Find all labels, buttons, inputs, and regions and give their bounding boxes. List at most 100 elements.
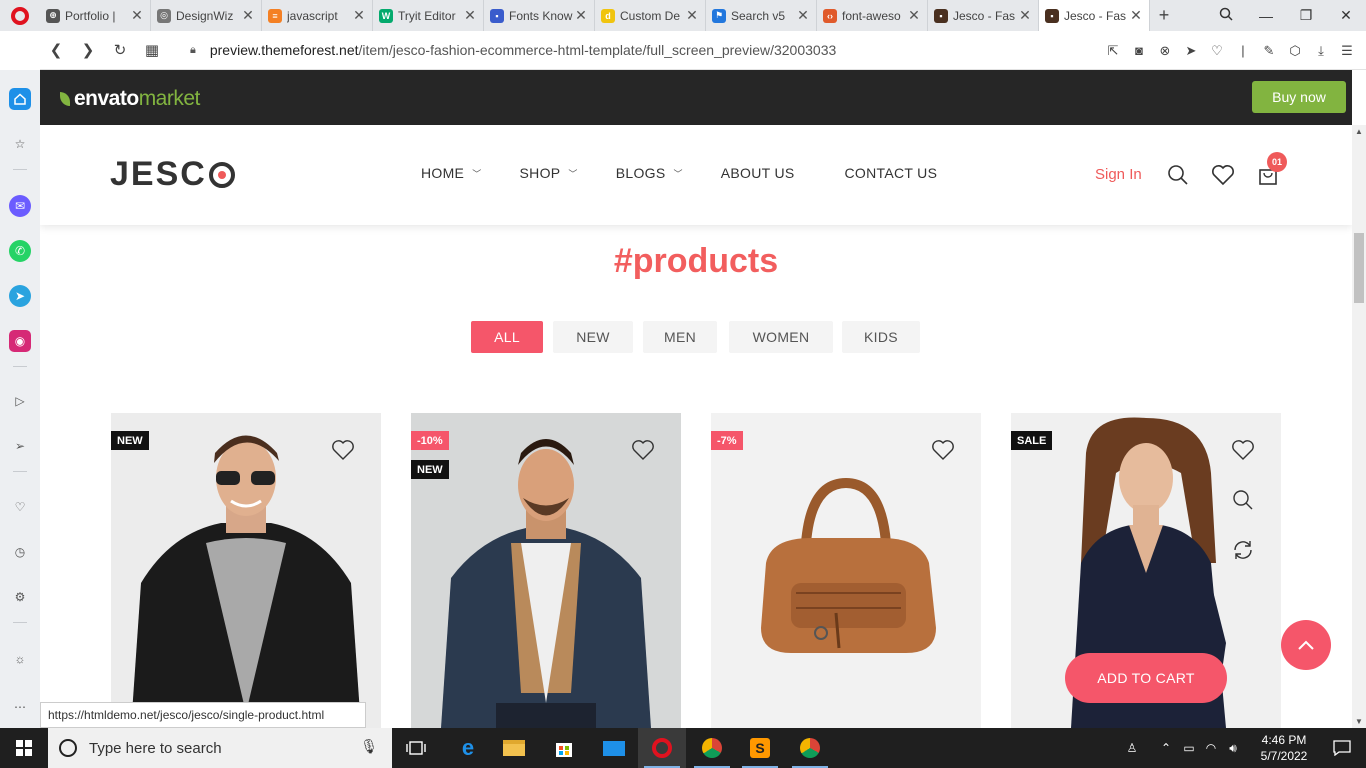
browser-tab[interactable]: ▪ Jesco - Fas ✕ [1039,0,1150,31]
wishlist-heart-icon[interactable] [631,439,655,461]
taskbar-search-box[interactable]: Type here to search 🎙︎ [48,728,392,768]
microsoft-store-icon[interactable] [540,728,588,768]
tab-close-icon[interactable]: ✕ [463,7,477,24]
battery-icon[interactable]: ▭ [1178,741,1200,755]
flow-icon[interactable]: ➢ [9,435,31,457]
taskbar-clock[interactable]: 4:46 PM 5/7/2022 [1252,732,1316,764]
page-scrollbar[interactable]: ▲ ▼ [1352,125,1366,728]
restore-icon[interactable]: ❐ [1286,7,1326,24]
buy-now-button[interactable]: Buy now [1252,81,1346,113]
easy-setup-icon[interactable]: ☰ [1334,43,1360,59]
product-card[interactable]: NEW [111,413,381,728]
send-icon[interactable]: ➤ [1178,43,1204,59]
messenger-icon[interactable]: ✉ [9,195,31,217]
player-icon[interactable]: ▷ [9,390,31,412]
tab-close-icon[interactable]: ✕ [130,7,144,24]
tab-close-icon[interactable]: ✕ [907,7,921,24]
telegram-icon[interactable]: ➤ [9,285,31,307]
scrollbar-thumb[interactable] [1354,233,1364,303]
tab-close-icon[interactable]: ✕ [241,7,255,24]
menu-item-blogs[interactable]: BLOGS ﹀ [616,165,683,181]
scroll-down-icon[interactable]: ▼ [1352,717,1366,726]
task-view-icon[interactable] [392,728,440,768]
file-explorer-icon[interactable] [490,728,538,768]
wishlist-heart-icon[interactable] [1231,439,1255,461]
more-icon[interactable]: ⋯ [9,696,31,718]
share-icon[interactable]: ⇱ [1100,43,1126,59]
browser-tab[interactable]: W Tryit Editor ✕ [373,0,484,31]
wishlist-heart-icon[interactable] [1211,163,1235,187]
browser-tab[interactable]: ⚑ Search v5 ✕ [706,0,817,31]
new-tab-button[interactable]: + [1150,5,1178,26]
search-tabs-icon[interactable] [1206,7,1246,24]
envato-market-logo[interactable]: envato market [60,87,200,111]
people-icon[interactable]: ♙ [1120,741,1144,755]
filter-tab-kids[interactable]: KIDS [842,321,920,353]
downloads-icon[interactable]: ⤓ [1308,43,1334,59]
minimize-icon[interactable]: — [1246,8,1286,24]
mail-icon[interactable] [590,728,638,768]
sublime-text-icon[interactable]: S [736,728,784,768]
filter-tab-all[interactable]: ALL [471,321,543,353]
microphone-icon[interactable]: 🎙︎ [360,738,378,755]
forward-icon[interactable]: ❯ [72,41,104,59]
heart-icon[interactable]: ♡ [9,496,31,518]
menu-item-contact-us[interactable]: CONTACT US [845,165,938,181]
camera-icon[interactable]: ◙ [1126,43,1152,58]
browser-tab[interactable]: d Custom De ✕ [595,0,706,31]
chrome-profile-taskbar-icon[interactable] [786,728,834,768]
menu-item-about-us[interactable]: ABOUT US [721,165,795,181]
whatsapp-icon[interactable]: ✆ [9,240,31,262]
scroll-up-icon[interactable]: ▲ [1352,127,1366,136]
wishlist-heart-icon[interactable] [331,439,355,461]
lightbulb-icon[interactable]: ☼ [9,648,31,670]
opera-logo-icon[interactable] [0,0,40,31]
bookmarks-icon[interactable]: ☆ [9,133,31,155]
tab-close-icon[interactable]: ✕ [796,7,810,24]
menu-item-shop[interactable]: SHOP ﹀ [520,165,578,181]
wifi-icon[interactable]: ◠ [1200,741,1222,755]
browser-tab[interactable]: ◎ DesignWiz ✕ [151,0,262,31]
show-hidden-icons-chevron-up-icon[interactable]: ⌃ [1154,741,1178,755]
notifications-icon[interactable] [1318,728,1366,768]
back-icon[interactable]: ❮ [40,41,72,59]
windows-start-icon[interactable] [0,728,48,768]
product-card[interactable]: -7% [711,413,981,728]
url-field[interactable]: 🔒︎ preview.themeforest.net/item/jesco-fa… [190,42,836,58]
adblock-icon[interactable]: ⊗ [1152,43,1178,59]
quick-view-search-icon[interactable] [1231,488,1255,512]
browser-tab[interactable]: ▪ Jesco - Fas ✕ [928,0,1039,31]
tab-close-icon[interactable]: ✕ [1129,7,1143,24]
eyedropper-icon[interactable]: ✎ [1256,43,1282,59]
chrome-taskbar-icon[interactable] [688,728,736,768]
opera-taskbar-icon[interactable] [638,728,686,768]
wishlist-heart-icon[interactable] [931,439,955,461]
tab-close-icon[interactable]: ✕ [352,7,366,24]
history-icon[interactable]: ◷ [9,541,31,563]
filter-tab-new[interactable]: NEW [553,321,633,353]
tab-close-icon[interactable]: ✕ [1018,7,1032,24]
browser-tab[interactable]: ≡ javascript ✕ [262,0,373,31]
browser-tab[interactable]: ⊕ Portfolio | ✕ [40,0,151,31]
add-to-cart-button[interactable]: ADD TO CART [1065,653,1227,703]
filter-tab-women[interactable]: WOMEN [729,321,833,353]
edge-icon[interactable]: e [444,728,492,768]
compare-refresh-icon[interactable] [1231,538,1255,562]
menu-item-home[interactable]: HOME ﹀ [421,165,482,181]
reload-icon[interactable]: ↻ [104,41,136,59]
product-card[interactable]: -10% NEW [411,413,681,728]
scroll-to-top-button[interactable] [1281,620,1331,670]
speed-dial-icon[interactable]: ▦ [136,41,168,59]
sign-in-link[interactable]: Sign In [1095,166,1142,183]
filter-tab-men[interactable]: MEN [643,321,717,353]
extensions-cube-icon[interactable]: ⬡ [1282,43,1308,59]
instagram-icon[interactable]: ◉ [9,330,31,352]
home-icon[interactable] [9,88,31,110]
browser-tab[interactable]: ‹› font-aweso ✕ [817,0,928,31]
bookmark-heart-icon[interactable]: ♡ [1204,43,1230,59]
settings-gear-icon[interactable]: ⚙ [9,586,31,608]
browser-tab[interactable]: ▪ Fonts Know ✕ [484,0,595,31]
volume-icon[interactable]: 🔊︎ [1222,741,1244,756]
close-window-icon[interactable]: ✕ [1326,7,1366,24]
tab-close-icon[interactable]: ✕ [685,7,699,24]
